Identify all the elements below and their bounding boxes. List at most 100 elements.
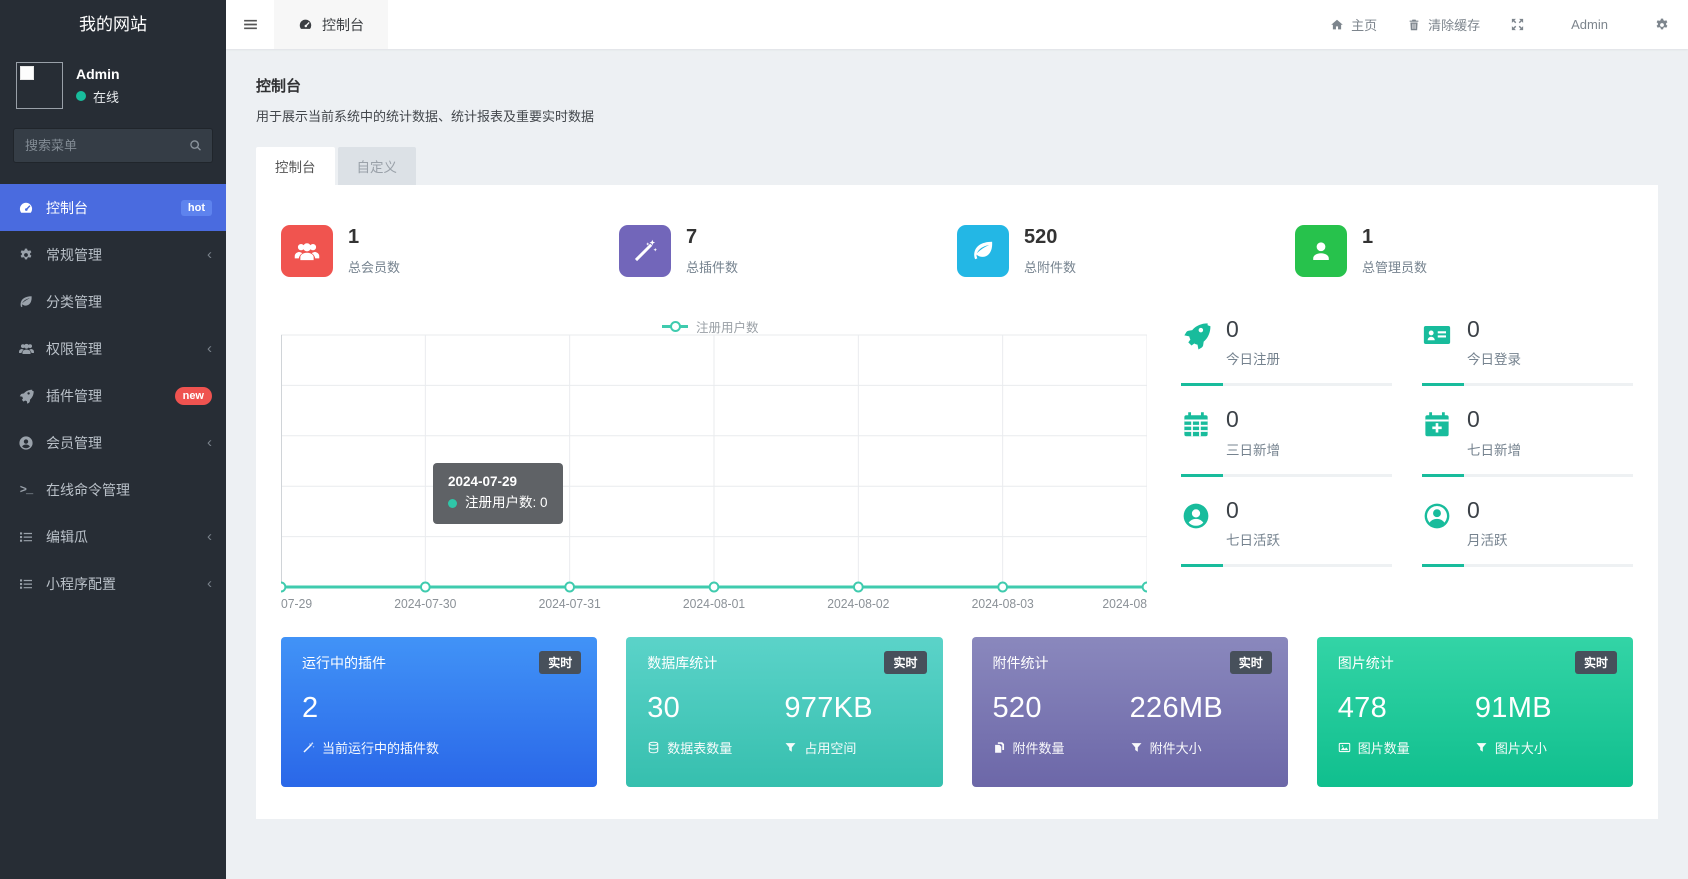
card-image-stats: 图片统计 实时 478 图片数量 91MB 图片大小 <box>1316 637 1633 787</box>
user-ring-icon <box>1422 501 1452 531</box>
user-name: Admin <box>76 65 120 82</box>
card-running-addons: 运行中的插件 实时 2 当前运行中的插件数 <box>281 637 598 787</box>
calendar-plus-icon <box>1422 410 1452 440</box>
tab-dashboard[interactable]: 控制台 <box>256 147 335 185</box>
card-title: 附件统计 <box>992 655 1049 671</box>
avatar[interactable] <box>16 62 63 109</box>
chevron-left-icon: ‹ <box>207 528 212 545</box>
svg-text:2024-08: 2024-08 <box>1102 597 1147 611</box>
clear-cache-label: 清除缓存 <box>1428 18 1481 33</box>
calendar-icon <box>1181 410 1211 440</box>
user-status-label: 在线 <box>93 89 120 105</box>
brand-title: 我的网站 <box>79 15 147 34</box>
mini-label: 今日注册 <box>1226 352 1280 368</box>
chart-section: 07-29 2024-07-30 2024-07-31 2024-08-01 2024-… <box>281 316 1633 617</box>
sidebar-item-label: 分类管理 <box>46 293 102 310</box>
sidebar-item-miniprogram[interactable]: 小程序配置 ‹ <box>0 560 226 607</box>
metric-label: 当前运行中的插件数 <box>322 741 440 756</box>
gauge-icon <box>298 17 313 32</box>
topbar: 控制台 主页 清除缓存 Admin <box>226 0 1688 49</box>
home-label: 主页 <box>1351 18 1378 33</box>
menu-search <box>13 128 213 163</box>
svg-text:07-29: 07-29 <box>281 597 312 611</box>
topbar-actions: 主页 清除缓存 Admin <box>1330 15 1688 34</box>
sidebar-item-dashboard[interactable]: 控制台 hot <box>0 184 226 231</box>
sidebar-item-label: 常规管理 <box>46 246 102 263</box>
stat-total-members: 1 总会员数 <box>281 225 619 277</box>
fullscreen-button[interactable] <box>1510 17 1525 32</box>
mini-progress <box>1181 563 1392 567</box>
stat-label: 总管理员数 <box>1362 260 1428 275</box>
topbar-tab-dashboard[interactable]: 控制台 <box>274 0 388 49</box>
user-status: 在线 <box>76 87 120 106</box>
realtime-badge: 实时 <box>1229 651 1272 674</box>
metric-label: 附件大小 <box>1149 741 1202 756</box>
sidebar-item-command[interactable]: >_ 在线命令管理 <box>0 466 226 513</box>
metric-label: 数据表数量 <box>667 741 733 756</box>
topbar-tab-label: 控制台 <box>322 16 364 33</box>
metric-value: 91MB <box>1474 692 1552 724</box>
mini-value: 0 <box>1467 496 1480 523</box>
tab-custom[interactable]: 自定义 <box>337 147 416 185</box>
mini-progress <box>1422 473 1633 477</box>
metric-value: 30 <box>647 692 681 724</box>
card-attachment-stats: 附件统计 实时 520 附件数量 226MB 附件大小 <box>971 637 1288 787</box>
chart-legend[interactable]: 注册用户数 <box>662 317 759 336</box>
mini-value: 0 <box>1226 406 1239 433</box>
user-panel: Admin 在线 <box>0 49 226 124</box>
metric-label: 附件数量 <box>1012 741 1065 756</box>
legend-line-marker-icon <box>662 321 689 332</box>
chevron-left-icon: ‹ <box>207 246 212 263</box>
magic-wand-icon <box>619 225 671 277</box>
users-icon <box>17 340 35 357</box>
clear-cache-button[interactable]: 清除缓存 <box>1407 15 1480 34</box>
search-icon[interactable] <box>188 138 203 153</box>
sidebar-item-editor[interactable]: 编辑瓜 ‹ <box>0 513 226 560</box>
sidebar-item-auth[interactable]: 权限管理 ‹ <box>0 325 226 372</box>
list-icon <box>17 576 35 592</box>
terminal-icon: >_ <box>19 482 33 497</box>
stats-row: 1 总会员数 7 总插件数 520 总附件数 1 总管理员数 <box>281 225 1633 277</box>
mini-value: 0 <box>1226 496 1239 523</box>
mini-stat-today-login: 0 今日登录 <box>1422 316 1633 387</box>
card-database-stats: 数据库统计 实时 30 数据表数量 977KB 占用空间 <box>626 637 943 787</box>
topbar-username[interactable]: Admin <box>1555 17 1624 32</box>
mini-label: 七日活跃 <box>1226 532 1280 548</box>
metric-value: 520 <box>992 692 1042 724</box>
svg-text:2024-08-01: 2024-08-01 <box>683 597 745 611</box>
stat-total-addons: 7 总插件数 <box>619 225 957 277</box>
sidebar-item-category[interactable]: 分类管理 <box>0 278 226 325</box>
metric-value: 977KB <box>784 692 873 724</box>
mini-label: 今日登录 <box>1467 352 1521 368</box>
card-title: 图片统计 <box>1337 655 1394 671</box>
mini-progress <box>1422 563 1633 567</box>
leaf-icon <box>17 294 35 310</box>
settings-gear-icon[interactable] <box>1654 17 1670 33</box>
svg-text:2024-07-31: 2024-07-31 <box>539 597 601 611</box>
mini-progress <box>1181 383 1392 387</box>
search-input[interactable] <box>13 128 213 163</box>
metric-label: 占用空间 <box>804 741 857 756</box>
home-link[interactable]: 主页 <box>1330 15 1377 34</box>
user-circle-icon <box>17 435 35 451</box>
leaf-icon <box>957 225 1009 277</box>
users-icon <box>281 225 333 277</box>
mini-stats-grid: 0 今日注册 0 今日登录 0 三日新增 0 七日新增 0 七日活跃 0 月活跃 <box>1181 316 1633 617</box>
sidebar-item-member[interactable]: 会员管理 ‹ <box>0 419 226 466</box>
sidebar-toggle-button[interactable] <box>226 0 274 49</box>
sidebar-item-addon[interactable]: 插件管理 new <box>0 372 226 419</box>
gauge-icon <box>17 200 35 216</box>
card-title: 运行中的插件 <box>302 655 386 671</box>
rocket-icon <box>17 388 35 404</box>
stat-total-admins: 1 总管理员数 <box>1295 225 1633 277</box>
chart-plot: 07-29 2024-07-30 2024-07-31 2024-08-01 2024-… <box>281 334 1147 611</box>
sidebar-item-general[interactable]: 常规管理 ‹ <box>0 231 226 278</box>
user-icon <box>1295 225 1347 277</box>
mini-stat-3day-new: 0 三日新增 <box>1181 406 1392 477</box>
metric-value: 478 <box>1337 692 1388 724</box>
chevron-left-icon: ‹ <box>207 340 212 357</box>
sidebar-item-label: 小程序配置 <box>46 575 116 592</box>
mini-label: 七日新增 <box>1467 442 1521 458</box>
sidebar-item-label: 会员管理 <box>46 434 102 451</box>
chevron-left-icon: ‹ <box>207 575 212 592</box>
